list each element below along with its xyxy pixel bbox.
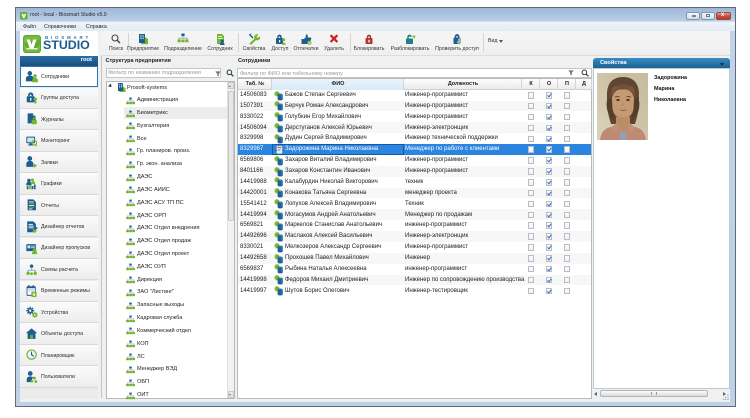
svg-text:5: 5 xyxy=(33,292,36,298)
